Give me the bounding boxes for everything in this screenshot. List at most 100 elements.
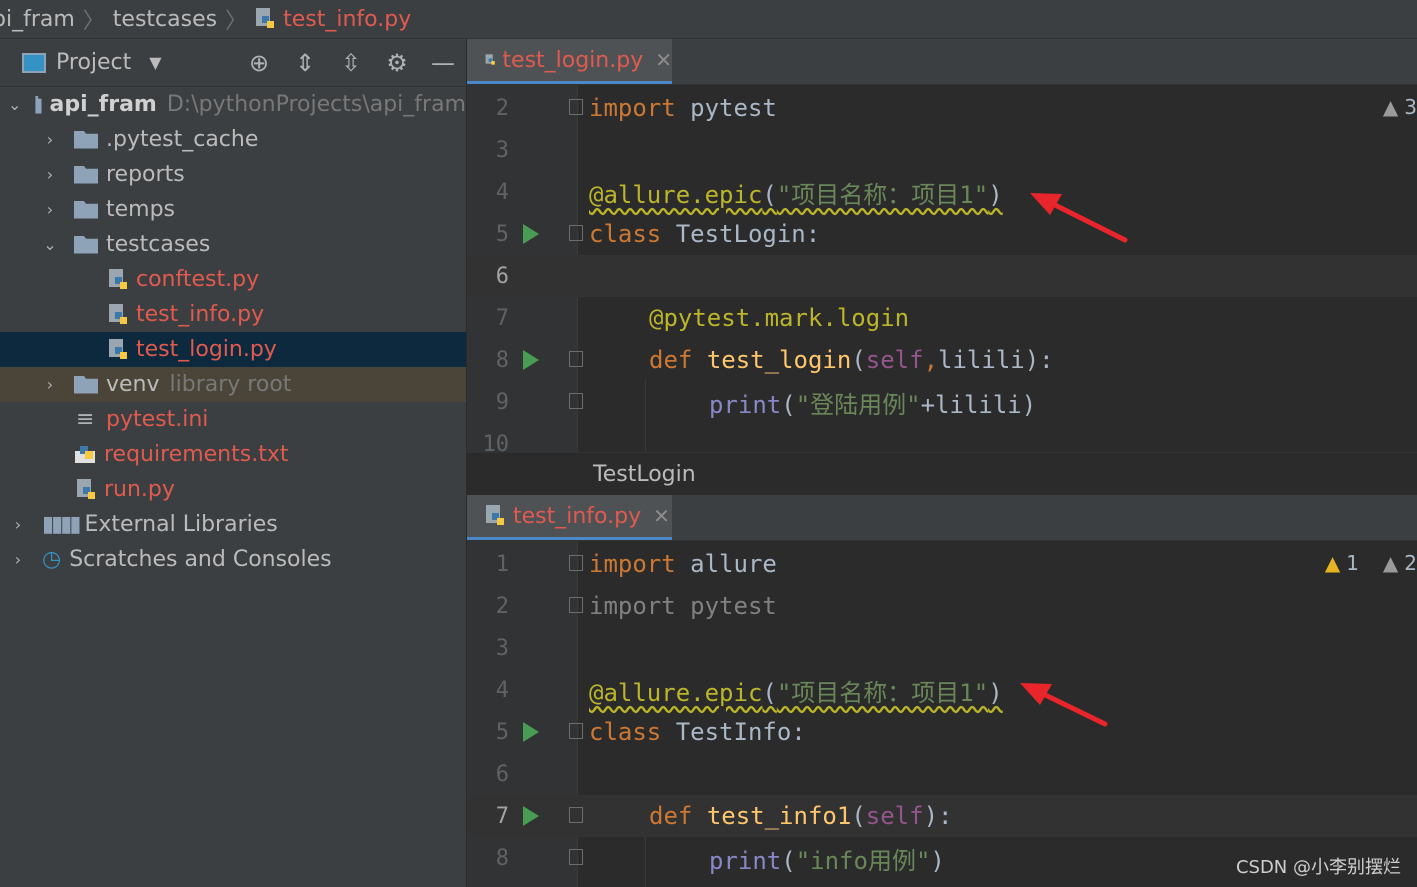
tree-item-temps[interactable]: › temps xyxy=(0,192,466,227)
project-tree: ⌄ api_fram D:\pythonProjects\api_fram › … xyxy=(0,87,466,577)
python-file-icon xyxy=(109,338,127,359)
code-line: 8 def test_login(self,lilili): xyxy=(495,346,1054,374)
python-file-icon xyxy=(485,54,495,65)
code-line: 5 class TestInfo: xyxy=(495,718,806,746)
inspection-widget-warnings[interactable]: ▲ 1 xyxy=(1325,551,1359,575)
structure-breadcrumb[interactable]: TestLogin xyxy=(467,452,1417,495)
folder-icon xyxy=(74,130,98,149)
chevron-right-icon: 〉 xyxy=(82,9,105,34)
fold-icon[interactable] xyxy=(569,597,583,613)
breadcrumb: pi_fram 〉 testcases 〉 test_info.py xyxy=(0,0,1417,39)
fold-icon[interactable] xyxy=(569,99,583,115)
code-line: 6 xyxy=(467,255,1417,297)
chevron-down-icon[interactable]: ▼ xyxy=(149,53,161,72)
inspection-widget[interactable]: ▲ 3 xyxy=(1383,95,1417,119)
fold-icon[interactable] xyxy=(569,393,583,409)
tree-item-reports[interactable]: › reports xyxy=(0,157,466,192)
warning-icon: ▲ xyxy=(1382,95,1399,119)
code-line: 4 @allure.epic("项目名称：项目1") xyxy=(495,677,1003,707)
watermark: CSDN @小李别摆烂 xyxy=(1235,857,1401,878)
python-file-icon xyxy=(109,303,127,324)
tree-item-requirements[interactable]: requirements.txt xyxy=(0,437,466,472)
fold-icon[interactable] xyxy=(569,723,583,739)
chevron-down-icon[interactable]: ⌄ xyxy=(40,235,60,254)
locate-file-icon[interactable]: ⊕ xyxy=(246,49,272,77)
breadcrumb-folder[interactable]: testcases xyxy=(113,7,217,32)
inspection-widget-weak-warnings[interactable]: ▲ 2 xyxy=(1383,551,1417,575)
warning-icon: ▲ xyxy=(1324,551,1341,575)
chevron-right-icon[interactable]: › xyxy=(40,200,60,219)
scratches-icon: ◷ xyxy=(42,547,62,572)
code-line: 9 print("登陆用例"+lilili) xyxy=(495,389,1037,419)
chevron-right-icon[interactable]: › xyxy=(8,515,28,534)
close-icon[interactable]: ✕ xyxy=(655,48,672,72)
tree-item-scratches[interactable]: › ◷ Scratches and Consoles xyxy=(0,542,466,577)
run-icon[interactable] xyxy=(523,224,539,244)
run-icon[interactable] xyxy=(523,806,539,826)
chevron-right-icon[interactable]: › xyxy=(8,550,28,569)
code-line: 2 import pytest xyxy=(495,94,777,122)
code-line: 7 @pytest.mark.login xyxy=(495,304,910,332)
code-line: 3 xyxy=(495,137,509,163)
tab-test-info[interactable]: test_info.py ✕ xyxy=(467,495,672,540)
tree-item-api-fram[interactable]: ⌄ api_fram D:\pythonProjects\api_fram xyxy=(0,87,466,122)
folder-icon xyxy=(74,375,98,394)
breadcrumb-project[interactable]: pi_fram xyxy=(0,7,75,32)
breadcrumb-file[interactable]: test_info.py xyxy=(255,7,411,32)
code-line: 10 xyxy=(482,431,510,453)
project-panel-header: Project ▼ ⊕ ⇕ ⇳ ⚙ — xyxy=(0,39,466,87)
run-icon[interactable] xyxy=(523,722,539,742)
chevron-down-icon[interactable]: ⌄ xyxy=(8,95,21,114)
editor-tabbar-top: test_login.py ✕ xyxy=(467,39,1417,85)
tree-item-venv[interactable]: › venv library root xyxy=(0,367,466,402)
code-line: 4 @allure.epic("项目名称：项目1") xyxy=(495,179,1003,209)
python-file-icon xyxy=(109,268,127,289)
fold-icon[interactable] xyxy=(569,555,583,571)
code-line: 5 class TestLogin: xyxy=(495,220,821,248)
editor-top[interactable]: 2 import pytest 3 4 @allure.epic("项目名称：项… xyxy=(467,85,1417,452)
code-line: 3 xyxy=(495,635,509,661)
code-line: 2 import pytest xyxy=(495,592,777,620)
hide-panel-icon[interactable]: — xyxy=(430,49,456,77)
expand-all-icon[interactable]: ⇕ xyxy=(292,49,318,77)
close-icon[interactable]: ✕ xyxy=(653,504,670,528)
requirements-file-icon xyxy=(75,445,95,463)
weak-warning-icon: ▲ xyxy=(1382,551,1399,575)
collapse-all-icon[interactable]: ⇳ xyxy=(338,49,364,77)
python-file-icon xyxy=(256,8,275,28)
python-file-icon xyxy=(486,505,504,525)
code-line: 1 import allure xyxy=(495,550,777,578)
chevron-right-icon[interactable]: › xyxy=(40,375,60,394)
chevron-right-icon[interactable]: › xyxy=(40,130,60,149)
chevron-right-icon[interactable]: › xyxy=(40,165,60,184)
folder-icon xyxy=(74,200,98,219)
project-view-selector[interactable]: Project xyxy=(56,50,131,75)
chevron-right-icon: 〉 xyxy=(225,9,248,34)
tree-item-run[interactable]: run.py xyxy=(0,472,466,507)
tree-item-testcases[interactable]: ⌄ testcases xyxy=(0,227,466,262)
tree-item-test-login[interactable]: test_login.py xyxy=(0,332,466,367)
fold-icon[interactable] xyxy=(569,849,583,865)
folder-icon xyxy=(74,165,98,184)
fold-icon[interactable] xyxy=(569,807,583,823)
tab-test-login[interactable]: test_login.py ✕ xyxy=(467,39,672,84)
tree-item-conftest[interactable]: conftest.py xyxy=(0,262,466,297)
code-line: 7 def test_info1(self): xyxy=(467,795,1417,837)
code-line: 6 xyxy=(495,761,509,787)
fold-icon[interactable] xyxy=(569,351,583,367)
editor-bottom[interactable]: 1 import allure 2 import pytest 3 4 @all… xyxy=(467,541,1417,887)
tree-item-test-info[interactable]: test_info.py xyxy=(0,297,466,332)
tree-item-pytest-ini[interactable]: ≡ pytest.ini xyxy=(0,402,466,437)
tree-item-external-libraries[interactable]: › ▮▮▮▮ External Libraries xyxy=(0,507,466,542)
libraries-icon: ▮▮▮▮ xyxy=(42,512,81,537)
ini-file-icon: ≡ xyxy=(76,407,95,432)
run-icon[interactable] xyxy=(523,350,539,370)
gear-icon[interactable]: ⚙ xyxy=(384,49,410,77)
folder-icon xyxy=(74,235,98,254)
tree-item-pytest-cache[interactable]: › .pytest_cache xyxy=(0,122,466,157)
editor-tabbar-bottom: test_info.py ✕ xyxy=(467,495,1417,541)
python-file-icon xyxy=(77,478,95,499)
project-panel: Project ▼ ⊕ ⇕ ⇳ ⚙ — ⌄ api_fram D:\python… xyxy=(0,39,467,887)
fold-icon[interactable] xyxy=(569,225,583,241)
project-view-icon xyxy=(22,52,46,73)
